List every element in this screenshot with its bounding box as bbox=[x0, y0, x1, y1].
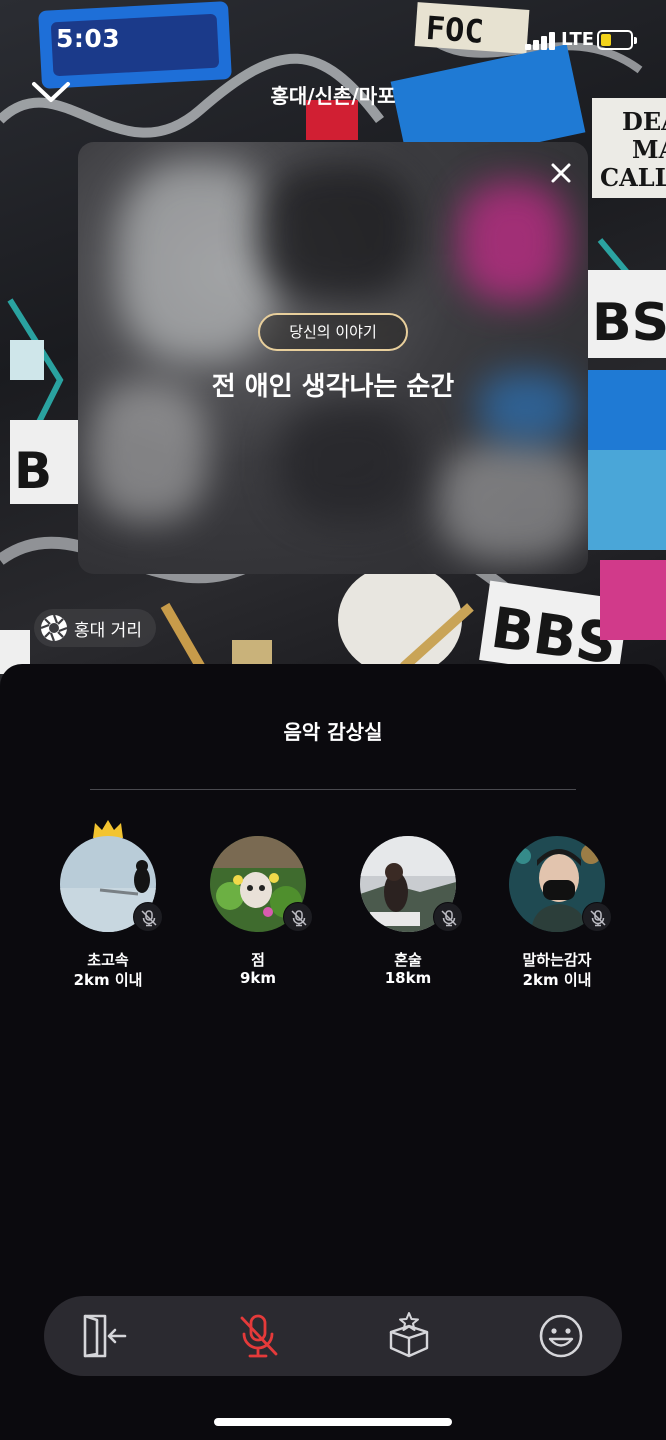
member-name: 점 bbox=[251, 951, 265, 969]
microphone-muted-icon bbox=[433, 902, 463, 932]
svg-text:BS: BS bbox=[592, 293, 666, 353]
member-name: 혼술 bbox=[394, 951, 422, 969]
story-card[interactable] bbox=[78, 142, 588, 574]
member-distance: 2km 이내 bbox=[522, 971, 592, 989]
story-title: 전 애인 생각나는 순간 bbox=[211, 372, 455, 402]
microphone-muted-icon bbox=[582, 902, 612, 932]
emoji-smile-icon[interactable] bbox=[535, 1310, 587, 1362]
microphone-muted-icon bbox=[283, 902, 313, 932]
member-distance: 2km 이내 bbox=[73, 971, 143, 989]
room-title: 음악 감상실 bbox=[283, 720, 383, 744]
exit-room-icon[interactable] bbox=[79, 1310, 131, 1362]
divider bbox=[90, 789, 576, 790]
member-name: 초고속 bbox=[87, 951, 129, 969]
close-icon[interactable] bbox=[548, 160, 574, 186]
svg-text:MA: MA bbox=[632, 135, 666, 164]
member-distance: 18km bbox=[384, 969, 432, 987]
home-indicator[interactable] bbox=[214, 1418, 452, 1426]
network-type: LTE bbox=[561, 29, 595, 50]
camera-aperture-icon bbox=[40, 614, 68, 642]
story-tag-pill: 당신의 이야기 bbox=[258, 313, 408, 351]
svg-text:DEA: DEA bbox=[622, 107, 666, 136]
location-chip[interactable]: 홍대 거리 bbox=[34, 609, 156, 647]
microphone-muted-icon[interactable] bbox=[232, 1310, 284, 1362]
location-label: 홍대 거리 bbox=[74, 620, 142, 641]
status-bar: 5:03 LTE bbox=[0, 0, 666, 80]
member-name: 말하는감자 bbox=[522, 951, 592, 969]
region-title: 홍대/신촌/마포 bbox=[270, 84, 396, 108]
status-time: 5:03 bbox=[56, 24, 121, 53]
svg-text:CALL: CALL bbox=[600, 163, 666, 192]
gift-box-icon[interactable] bbox=[383, 1310, 435, 1362]
svg-text:B: B bbox=[14, 442, 52, 500]
signal-strength-icon bbox=[525, 32, 557, 50]
battery-icon bbox=[597, 30, 637, 50]
microphone-muted-icon bbox=[133, 902, 163, 932]
member-distance: 9km bbox=[239, 969, 277, 987]
bottom-toolbar bbox=[44, 1296, 622, 1376]
